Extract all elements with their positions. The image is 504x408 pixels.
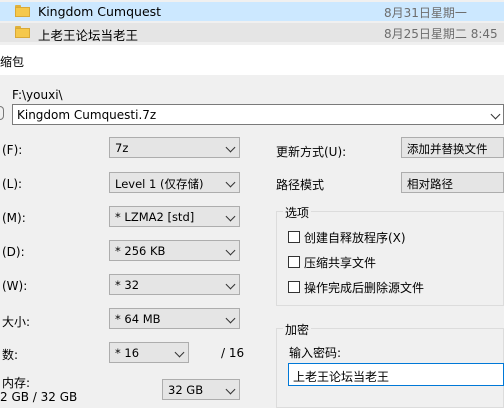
format-label: (F): bbox=[2, 143, 23, 157]
update-mode-select[interactable]: 添加并替换文件 bbox=[401, 137, 504, 158]
password-label: 输入密码: bbox=[289, 346, 342, 360]
threads-label: 数: bbox=[2, 348, 19, 362]
chevron-down-icon bbox=[225, 177, 236, 188]
radio-icon bbox=[0, 106, 4, 120]
level-label: (L): bbox=[2, 177, 23, 191]
file-date: 8月25日星期二 8:45 bbox=[384, 27, 498, 41]
dialog-titlebar: 缩包 bbox=[0, 45, 504, 75]
chevron-down-icon bbox=[225, 384, 236, 395]
chevron-down-icon bbox=[225, 313, 236, 324]
solid-label: 大小: bbox=[2, 315, 31, 329]
delete-after-label: 操作完成后删除源文件 bbox=[304, 281, 425, 295]
delete-after-checkbox[interactable] bbox=[288, 281, 300, 293]
shared-files-checkbox[interactable] bbox=[288, 256, 300, 268]
memory-select[interactable]: 32 GB bbox=[162, 379, 240, 400]
word-label: (W): bbox=[2, 279, 28, 293]
chevron-down-icon bbox=[490, 109, 501, 120]
chevron-down-icon bbox=[225, 245, 236, 256]
word-select[interactable]: * 32 bbox=[109, 274, 240, 295]
memory-label: 内存: bbox=[2, 376, 31, 390]
folder-icon bbox=[15, 5, 30, 17]
encryption-title: 加密 bbox=[283, 321, 312, 338]
add-to-archive-dialog: 缩包 F:\youxi\ Kingdom Cumquesti.7z (F): (… bbox=[0, 45, 504, 408]
path-mode-select[interactable]: 相对路径 bbox=[401, 172, 504, 193]
chevron-down-icon bbox=[174, 347, 185, 358]
shared-files-label: 压缩共享文件 bbox=[304, 256, 377, 270]
chevron-down-icon bbox=[225, 142, 236, 153]
explorer-row[interactable]: Kingdom Cumquest 8月31日星期一 23:02 bbox=[0, 2, 504, 35]
method-select[interactable]: * LZMA2 [std] bbox=[109, 206, 240, 227]
solid-select[interactable]: * 64 MB bbox=[109, 308, 240, 329]
options-title: 选项 bbox=[283, 204, 312, 221]
archive-path-label: F:\youxi\ bbox=[12, 88, 63, 102]
password-input[interactable]: 上老王论坛当老王 bbox=[288, 363, 504, 386]
path-mode-label: 路径模式 bbox=[276, 178, 325, 192]
dictionary-label: (D): bbox=[2, 245, 25, 259]
sfx-label: 创建自释放程序(X) bbox=[304, 231, 406, 245]
level-select[interactable]: Level 1 (仅存储) bbox=[109, 172, 240, 193]
dialog-title: 缩包 bbox=[0, 55, 25, 69]
sfx-checkbox[interactable] bbox=[288, 231, 300, 243]
explorer-row[interactable]: 上老王论坛当老王 8月25日星期二 8:45 bbox=[0, 23, 504, 43]
method-label: (M): bbox=[2, 211, 26, 225]
file-name: 上老王论坛当老王 bbox=[38, 28, 139, 43]
threads-select[interactable]: * 16 bbox=[109, 342, 189, 363]
file-name: Kingdom Cumquest bbox=[38, 4, 162, 19]
archive-name-input[interactable]: Kingdom Cumquesti.7z bbox=[12, 104, 504, 125]
chevron-down-icon bbox=[225, 279, 236, 290]
chevron-down-icon bbox=[225, 211, 236, 222]
update-mode-label: 更新方式(U): bbox=[276, 145, 347, 159]
threads-total: / 16 bbox=[221, 346, 245, 360]
memory-value: 2 GB / 32 GB bbox=[0, 390, 78, 404]
dictionary-select[interactable]: * 256 KB bbox=[109, 240, 240, 261]
format-select[interactable]: 7z bbox=[109, 137, 240, 158]
folder-icon bbox=[15, 26, 30, 38]
